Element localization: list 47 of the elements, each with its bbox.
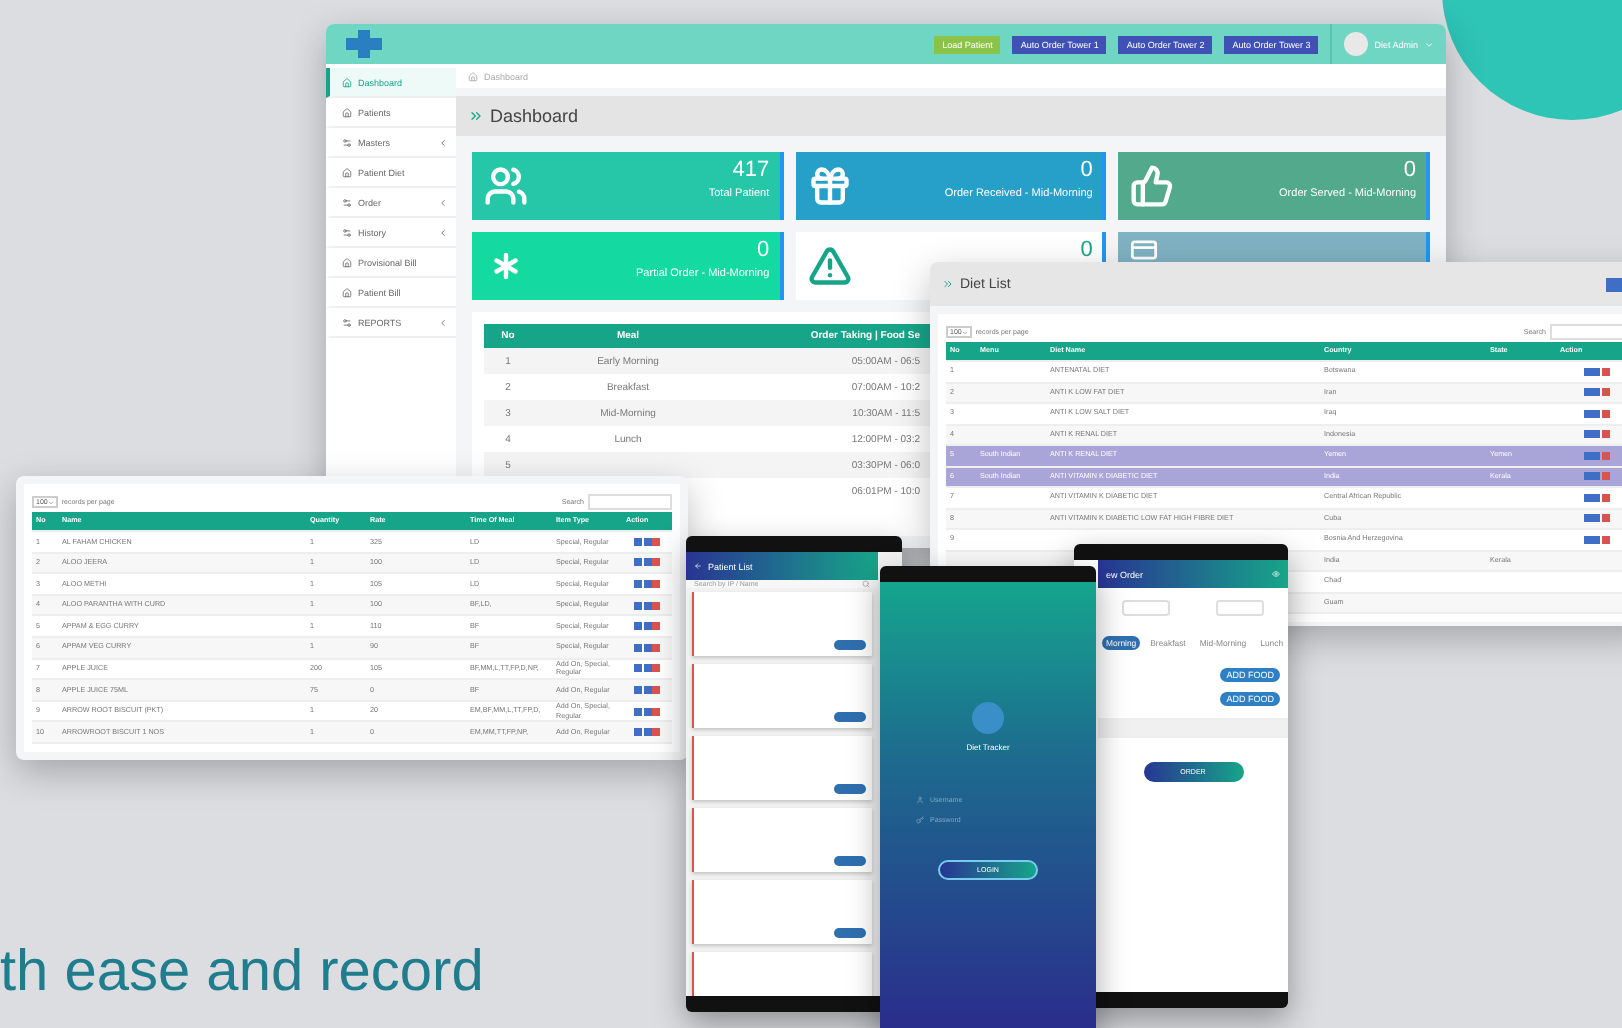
user-icon <box>916 796 924 804</box>
stat-value: 0 <box>1080 238 1093 262</box>
order-button[interactable] <box>834 928 866 938</box>
settings-icon <box>342 227 352 237</box>
settings-icon <box>342 137 352 147</box>
page-title: Dashboard <box>490 106 579 126</box>
search-icon <box>862 580 870 588</box>
patient-card[interactable] <box>692 808 872 872</box>
stat-value: 417 <box>732 158 770 182</box>
key-icon <box>916 816 924 824</box>
toggle-button[interactable] <box>1121 600 1170 616</box>
gift-icon <box>807 164 852 208</box>
search-field[interactable] <box>1550 324 1622 340</box>
home-icon <box>342 287 352 297</box>
home-icon <box>342 167 352 177</box>
thumbs-up-icon <box>1130 164 1175 208</box>
home-icon <box>342 77 352 87</box>
order-button[interactable] <box>834 784 866 794</box>
order-button[interactable] <box>834 856 866 866</box>
settings-icon <box>342 197 352 207</box>
chevrons-icon <box>942 278 954 290</box>
chevrons-icon <box>468 108 484 124</box>
note-field[interactable] <box>1098 718 1288 738</box>
patient-card[interactable] <box>692 664 872 728</box>
warning-icon <box>807 244 852 288</box>
back-icon <box>694 562 702 570</box>
patient-card[interactable] <box>692 880 872 944</box>
stat-value: 0 <box>757 238 770 262</box>
credit-card-icon <box>1130 236 1159 264</box>
avatar <box>1344 32 1369 56</box>
headline: th ease and record <box>0 940 484 1006</box>
search-field[interactable] <box>588 494 672 510</box>
order-button[interactable] <box>834 712 866 722</box>
home-icon <box>468 71 478 81</box>
home-icon <box>342 257 352 267</box>
users-icon <box>484 164 528 208</box>
stat-value: 0 <box>1403 158 1416 182</box>
caret-icon <box>1424 39 1434 49</box>
order-button[interactable] <box>834 640 866 650</box>
app-logo <box>972 702 1004 734</box>
patient-card[interactable] <box>692 592 872 656</box>
stat-value: 0 <box>1080 158 1093 182</box>
eye-icon <box>1272 570 1280 578</box>
settings-icon <box>342 317 352 327</box>
toggle-button[interactable] <box>1216 600 1265 616</box>
home-icon <box>342 107 352 117</box>
patient-card[interactable] <box>692 736 872 800</box>
